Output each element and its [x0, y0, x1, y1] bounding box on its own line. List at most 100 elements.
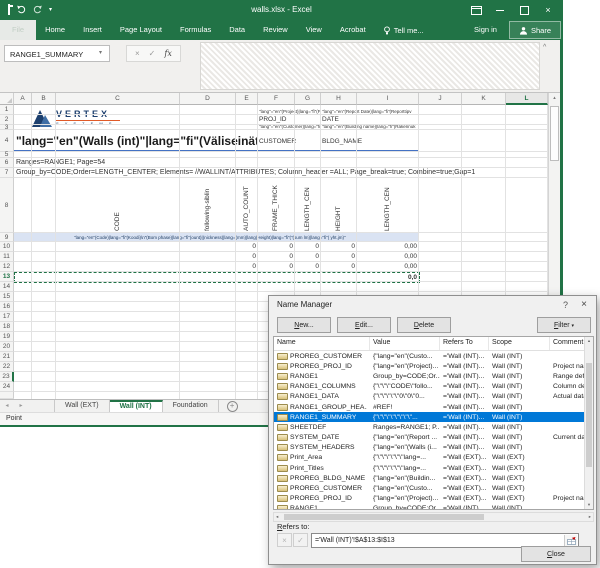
grid-vscroll-thumb[interactable] — [550, 106, 559, 161]
column-header-G[interactable]: G — [295, 93, 321, 105]
row-header-21[interactable]: 21 — [0, 352, 14, 362]
row-header-13[interactable]: 13 — [0, 272, 14, 282]
row-header-18[interactable]: 18 — [0, 322, 14, 332]
collapse-dialog-icon[interactable] — [564, 535, 577, 546]
row-header-17[interactable]: 17 — [0, 312, 14, 322]
cell-F4[interactable]: CUSTOMER — [259, 135, 296, 149]
row-header-10[interactable]: 10 — [0, 242, 14, 252]
scroll-up-icon[interactable]: ▴ — [549, 95, 560, 101]
column-header-I[interactable]: I — [357, 93, 419, 105]
column-header-A[interactable]: A — [14, 93, 32, 105]
column-header-L[interactable]: L — [506, 93, 548, 105]
tell-me-box[interactable]: Tell me... — [375, 20, 432, 40]
close-icon[interactable]: × — [536, 0, 560, 20]
new-button[interactable]: New... — [277, 317, 331, 333]
ribbon-tab-data[interactable]: Data — [220, 20, 254, 40]
column-header-D[interactable]: D — [180, 93, 236, 105]
name-row-proreg-bldg-name[interactable]: PROREG_BLDG_NAME{"lang="en"(Buildin...='… — [274, 473, 593, 483]
sheet-nav-right-icon[interactable]: ▸ — [14, 400, 28, 412]
close-button[interactable]: Close — [521, 546, 591, 562]
name-row-system-headers[interactable]: SYSTEM_HEADERS{"lang="en"(Walls (i...='W… — [274, 443, 593, 453]
sheet-tab-foundation[interactable]: Foundation — [163, 400, 219, 412]
ribbon-tab-home[interactable]: Home — [36, 20, 74, 40]
dialog-vertical-scrollbar[interactable]: ▴ ▾ — [584, 337, 593, 509]
name-row-print-area[interactable]: Print_Area{"\"\"\"\"\"\"lang=...='Wall (… — [274, 453, 593, 463]
name-box[interactable]: RANGE1_SUMMARY — [4, 45, 110, 62]
list-header-refers-to[interactable]: Refers To — [440, 337, 489, 350]
dialog-hscroll-thumb[interactable] — [284, 514, 484, 520]
new-sheet-icon[interactable]: + — [227, 401, 238, 412]
dialog-title[interactable]: Name Manager — [269, 296, 596, 314]
name-row-proreg-proj-id[interactable]: PROREG_PROJ_ID{"lang="en"(Project)...='W… — [274, 494, 593, 504]
rotated-header-2[interactable]: following-siblin — [204, 179, 212, 231]
ribbon-tab-acrobat[interactable]: Acrobat — [331, 20, 375, 40]
share-button[interactable]: Share — [509, 21, 561, 39]
name-row-print-titles[interactable]: Print_Titles{"\"\"\"\"\"\"lang=...='Wall… — [274, 463, 593, 473]
row-header-7[interactable]: 7 — [0, 168, 14, 178]
scroll-right-icon[interactable]: ▸ — [589, 513, 591, 521]
insert-function-icon[interactable]: fx — [164, 46, 171, 61]
row-header-4[interactable]: 4 — [0, 130, 14, 152]
column-header-F[interactable]: F — [258, 93, 295, 105]
scroll-left-icon[interactable]: ◂ — [276, 513, 278, 521]
row-header-22[interactable]: 22 — [0, 362, 14, 372]
row-header-16[interactable]: 16 — [0, 302, 14, 312]
name-row-system-date[interactable]: SYSTEM_DATE{"lang="en"(Report ...='Wall … — [274, 433, 593, 443]
column-header-C[interactable]: C — [56, 93, 180, 105]
cell-value-r11c4[interactable]: 0 — [321, 252, 355, 262]
row-header-14[interactable]: 14 — [0, 282, 14, 292]
ribbon-tab-insert[interactable]: Insert — [74, 20, 111, 40]
sheet-tab-wall-int-[interactable]: Wall (INT) — [110, 400, 163, 412]
rotated-header-5[interactable]: LENGTH_CEN — [304, 179, 312, 231]
row-header-9[interactable]: 9 — [0, 233, 14, 242]
name-row-range1-columns[interactable]: RANGE1_COLUMNS{"\"\"\"CODE\"follo...='Wa… — [274, 382, 593, 392]
ribbon-tab-page-layout[interactable]: Page Layout — [111, 20, 171, 40]
row-header-1[interactable]: 1 — [0, 105, 14, 115]
row-header-23[interactable]: 23 — [0, 372, 14, 382]
filter-button[interactable]: Filter ▾ — [537, 317, 591, 333]
select-all-corner[interactable] — [0, 93, 14, 105]
column-header-H[interactable]: H — [321, 93, 357, 105]
cell-value-r11c1[interactable]: 0 — [222, 252, 256, 262]
column-header-E[interactable]: E — [236, 93, 258, 105]
list-header-scope[interactable]: Scope — [489, 337, 550, 350]
scroll-down-icon[interactable]: ▾ — [585, 502, 593, 508]
cell-value-r10c1[interactable]: 0 — [222, 242, 256, 252]
row-header-11[interactable]: 11 — [0, 252, 14, 262]
list-header-value[interactable]: Value — [370, 337, 440, 350]
rotated-header-4[interactable]: FRAME_THICK — [272, 179, 280, 231]
name-row-sheetdef[interactable]: SHEETDEFRanges=RANGE1; P...='Wall (INT).… — [274, 422, 593, 432]
minimize-icon[interactable] — [488, 0, 512, 20]
row-header-8[interactable]: 8 — [0, 178, 14, 233]
column-header-K[interactable]: K — [462, 93, 506, 105]
row-header-6[interactable]: 6 — [0, 158, 14, 168]
row-header-20[interactable]: 20 — [0, 342, 14, 352]
dialog-help-icon[interactable]: ? — [563, 296, 568, 314]
name-row-range1-group-hea-[interactable]: RANGE1_GROUP_HEA...#REF!='Wall (INT)...W… — [274, 402, 593, 412]
ribbon-tab-review[interactable]: Review — [254, 20, 297, 40]
name-row-range1[interactable]: RANGE1Group_by=CODE;Or...='Wall (INT)...… — [274, 504, 593, 510]
scroll-up-icon[interactable]: ▴ — [585, 338, 593, 344]
ribbon-tab-file[interactable]: File — [0, 20, 36, 40]
name-row-proreg-proj-id[interactable]: PROREG_PROJ_ID{"lang="en"(Project)...='W… — [274, 361, 593, 371]
rotated-header-6[interactable]: HEIGHT — [335, 179, 343, 231]
name-row-range1-data[interactable]: RANGE1_DATA{"\"\"\"\"\"0\"0\"0...='Wall … — [274, 392, 593, 402]
cell-value-r12c3[interactable]: 0 — [285, 262, 319, 272]
cell-value-r12c4[interactable]: 0 — [321, 262, 355, 272]
ribbon-tab-formulas[interactable]: Formulas — [171, 20, 220, 40]
cell-value-r11c3[interactable]: 0 — [285, 252, 319, 262]
dialog-vscroll-thumb[interactable] — [586, 363, 592, 467]
cell-A4-sheet-title[interactable]: "lang="en"(Walls (int)"|lang="fi"(Välise… — [14, 130, 258, 152]
ribbon-tab-view[interactable]: View — [297, 20, 331, 40]
ribbon-display-options-icon[interactable] — [464, 0, 488, 20]
cancel-icon[interactable]: × — [135, 46, 140, 61]
dialog-close-icon[interactable]: × — [581, 296, 587, 314]
sign-in-button[interactable]: Sign in — [464, 20, 507, 40]
name-row-proreg-customer[interactable]: PROREG_CUSTOMER{"lang="en"(Custo...='Wal… — [274, 351, 593, 361]
cell-value-r10c5[interactable]: 0,00 — [383, 242, 417, 252]
maximize-icon[interactable] — [512, 0, 536, 20]
column-header-B[interactable]: B — [32, 93, 56, 105]
enter-icon[interactable]: ✓ — [149, 46, 156, 61]
row-header-24[interactable]: 24 — [0, 382, 14, 392]
cell-value-r12c5[interactable]: 0,00 — [383, 262, 417, 272]
